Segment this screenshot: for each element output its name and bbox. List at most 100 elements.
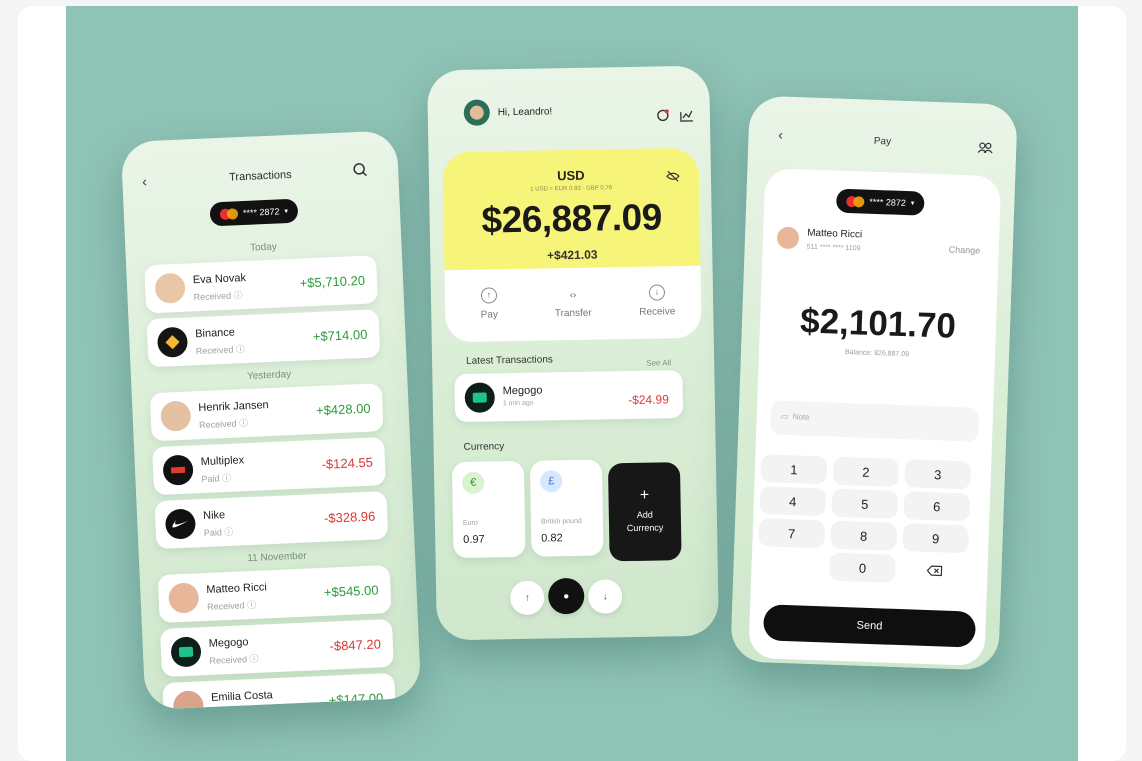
transaction-name: Emilia Costa: [210, 689, 274, 704]
search-icon[interactable]: [350, 159, 371, 180]
avatar: [172, 690, 205, 710]
hide-eye-icon[interactable]: [665, 168, 681, 184]
pound-icon: £: [540, 470, 563, 493]
transaction-row[interactable]: Nike Paid ⓘ -$328.96: [154, 491, 389, 550]
change-recipient-link[interactable]: Change: [949, 245, 981, 256]
nav-receive-icon[interactable]: ↓: [587, 579, 623, 614]
avatar: [168, 582, 200, 614]
transaction-name: Megogo: [502, 384, 543, 398]
latest-transaction-row[interactable]: Megogo 1 min ago -$24.99: [454, 370, 684, 423]
mastercard-icon: [220, 208, 238, 220]
chart-icon[interactable]: [678, 106, 696, 124]
pay-phone: ‹ Pay **** 2872 ▾ Matteo Ricci 511 **** …: [730, 95, 1018, 671]
latest-transactions-title: Latest Transactions: [466, 354, 553, 367]
key-5[interactable]: 5: [831, 488, 899, 519]
currency-card-gbp[interactable]: £ British pound 0.82: [529, 459, 604, 557]
currency-title: Currency: [463, 441, 505, 453]
contacts-icon[interactable]: [976, 139, 995, 156]
key-4[interactable]: 4: [759, 486, 827, 517]
transaction-amount: +$5,710.20: [299, 272, 366, 291]
transaction-row[interactable]: Binance Received ⓘ +$714.00: [146, 309, 381, 368]
recipient-account: 511 **** **** 1109: [806, 243, 861, 253]
pay-amount: $2,101.70: [799, 301, 957, 346]
add-currency-button[interactable]: + Add Currency: [607, 462, 682, 562]
transactions-phone: ‹ Transactions **** 2872 ▾ Today Eva Nov…: [120, 130, 422, 710]
euro-icon: €: [462, 471, 485, 494]
nike-logo-icon: [164, 508, 197, 540]
key-3[interactable]: 3: [904, 459, 972, 490]
chevron-down-icon: ▾: [284, 208, 289, 216]
transfer-icon: ‹›: [569, 289, 577, 302]
transfer-button[interactable]: ‹› Transfer: [533, 289, 613, 319]
transaction-status: Received ⓘ: [206, 599, 257, 612]
transaction-amount: -$124.55: [321, 454, 374, 472]
send-button[interactable]: Send: [762, 604, 977, 648]
transaction-row[interactable]: Multiplex Paid ⓘ -$124.55: [152, 437, 386, 496]
key-6[interactable]: 6: [903, 491, 971, 522]
transaction-row[interactable]: Henrik Jansen Received ⓘ +$428.00: [149, 383, 384, 442]
notification-icon[interactable]: [654, 106, 672, 124]
card-number: **** 2872: [869, 196, 907, 208]
key-0[interactable]: 0: [829, 552, 897, 583]
exchange-rates: 1 USD = EUR 0.93 · GBP 0.79: [530, 185, 613, 193]
transfer-label: Transfer: [554, 307, 592, 320]
transaction-row[interactable]: Megogo Received ⓘ -$847.20: [160, 618, 394, 677]
plus-icon: +: [639, 486, 650, 504]
transaction-name: Nike: [202, 509, 226, 523]
currency-value: 0.97: [463, 533, 485, 546]
note-placeholder: Note: [792, 412, 810, 422]
see-all-link[interactable]: See All: [646, 358, 671, 367]
currency-value: 0.82: [541, 532, 563, 545]
receive-button[interactable]: ↓ Receive: [617, 284, 698, 318]
quick-actions: ↑ Pay ‹› Transfer ↓ Receive: [444, 265, 702, 343]
key-9[interactable]: 9: [902, 523, 970, 554]
transaction-status: Received ⓘ: [195, 344, 246, 357]
card-selector[interactable]: **** 2872 ▾: [209, 198, 299, 227]
transaction-status: Paid ⓘ: [203, 526, 234, 539]
backspace-icon[interactable]: [901, 555, 968, 585]
avatar: [776, 226, 800, 250]
note-field[interactable]: ▭ Note: [770, 400, 980, 442]
card-number: **** 2872: [242, 206, 280, 219]
currency-card-euro[interactable]: € Euro 0.97: [451, 460, 526, 559]
avatar[interactable]: [463, 99, 491, 126]
receive-label: Receive: [639, 306, 676, 318]
transaction-status: Received ⓘ: [193, 290, 243, 303]
avatar: [160, 400, 192, 432]
transaction-status: Received ⓘ: [198, 418, 249, 431]
nav-pay-icon[interactable]: ↑: [509, 580, 545, 616]
key-1[interactable]: 1: [760, 454, 828, 485]
pay-button[interactable]: ↑ Pay: [449, 287, 530, 321]
card-selector[interactable]: **** 2872 ▾: [835, 188, 925, 216]
receive-icon: ↓: [648, 284, 666, 301]
balance-change: +$421.03: [546, 247, 598, 263]
megogo-logo-icon: [170, 636, 202, 668]
transaction-name: Megogo: [208, 636, 249, 650]
pay-panel: **** 2872 ▾ Matteo Ricci 511 **** **** 1…: [748, 168, 1002, 667]
transaction-status: Received ⓘ: [209, 653, 259, 666]
avatar: [154, 272, 186, 304]
key-7[interactable]: 7: [758, 518, 826, 549]
mastercard-icon: [846, 195, 864, 207]
key-2[interactable]: 2: [832, 456, 900, 487]
megogo-logo-icon: [464, 382, 496, 413]
note-icon: ▭: [780, 411, 789, 422]
currency-name: Euro: [462, 519, 478, 527]
nav-home-icon[interactable]: ●: [547, 577, 585, 615]
transaction-time: 1 min ago: [502, 399, 534, 408]
transaction-row[interactable]: Eva Novak Received ⓘ +$5,710.20: [144, 255, 379, 314]
add-currency-label: Add Currency: [626, 509, 664, 534]
transaction-row[interactable]: Matteo Ricci Received ⓘ +$545.00: [157, 564, 392, 624]
transaction-name: Eva Novak: [192, 271, 247, 287]
transaction-amount: -$24.99: [628, 392, 669, 408]
transaction-name: Matteo Ricci: [206, 581, 268, 596]
transaction-name: Henrik Jansen: [198, 399, 269, 415]
recipient-name: Matteo Ricci: [806, 227, 863, 241]
transaction-amount: +$428.00: [315, 400, 371, 419]
transaction-status: Paid ⓘ: [201, 472, 232, 485]
binance-logo-icon: [156, 326, 189, 358]
transaction-amount: +$714.00: [312, 326, 368, 345]
key-8[interactable]: 8: [830, 520, 898, 551]
currency-name: British pound: [540, 517, 582, 526]
greeting: Hi, Leandro!: [497, 106, 553, 119]
